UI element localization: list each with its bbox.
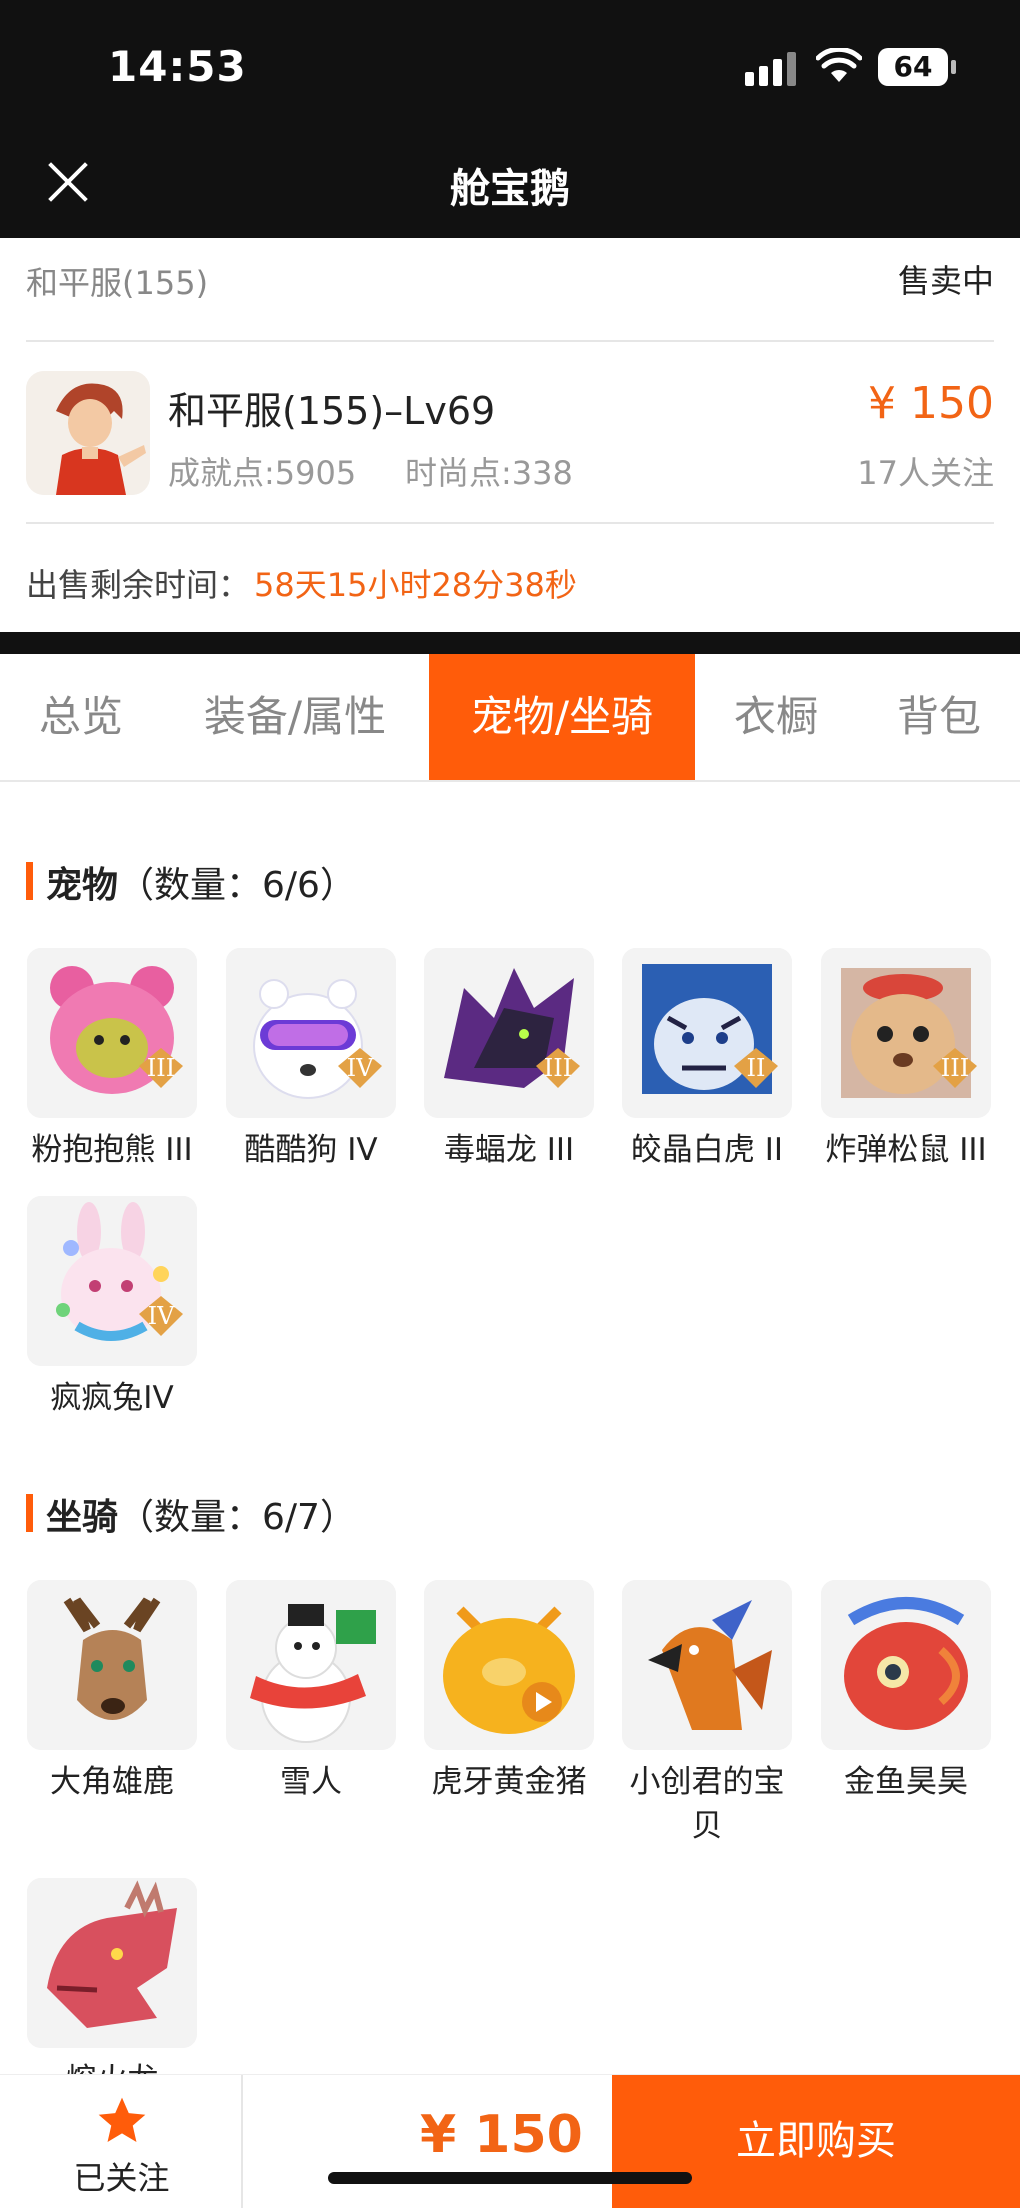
follower-count: 17人关注: [857, 454, 994, 492]
tab-backpack[interactable]: 背包: [870, 654, 1008, 780]
phoenix-bird-icon: [622, 1580, 792, 1750]
star-icon: [98, 2097, 146, 2142]
mount-name: 雪人: [280, 1764, 342, 1800]
crazy-rabbit-icon: IV: [27, 1196, 197, 1366]
nav-bar: 舱宝鹅: [0, 130, 1020, 238]
pet-item[interactable]: IV 疯疯兔IV: [22, 1196, 202, 1420]
follow-button[interactable]: 已关注: [0, 2075, 243, 2208]
svg-text:IV: IV: [347, 1054, 374, 1082]
pet-name: 疯疯兔IV: [50, 1380, 174, 1416]
avatar[interactable]: [26, 371, 150, 495]
cool-dog-icon: IV: [226, 948, 396, 1118]
pet-item[interactable]: III 炸弹松鼠 III: [816, 948, 996, 1172]
golden-pig-icon: [424, 1580, 594, 1750]
status-time: 14:53: [108, 42, 247, 91]
follow-label: 已关注: [73, 2159, 170, 2197]
svg-text:III: III: [941, 1054, 969, 1082]
pet-name: 皎晶白虎 II: [630, 1132, 784, 1168]
pet-item[interactable]: III 粉抱抱熊 III: [22, 948, 202, 1172]
page-title: 舱宝鹅: [450, 166, 570, 212]
divider: [26, 340, 994, 342]
mount-name: 大角雄鹿: [50, 1764, 174, 1800]
mount-name: 虎牙黄金猪: [431, 1764, 587, 1800]
goldfish-icon: [821, 1580, 991, 1750]
tab-wardrobe[interactable]: 衣橱: [700, 654, 852, 780]
fashion-points: 时尚点:338: [405, 454, 573, 492]
mount-name: 金鱼昊昊: [844, 1764, 968, 1800]
tab-equipment[interactable]: 装备/属性: [180, 654, 410, 780]
tab-overview[interactable]: 总览: [0, 654, 162, 780]
buy-now-button[interactable]: 立即购买: [612, 2075, 1020, 2208]
pet-item[interactable]: IV 酷酷狗 IV: [221, 948, 401, 1172]
pets-title: 宠物: [46, 865, 119, 906]
mount-item[interactable]: 大角雄鹿: [22, 1580, 202, 1804]
pet-name: 酷酷狗 IV: [244, 1132, 378, 1168]
white-tiger-icon: II: [622, 948, 792, 1118]
mounts-section-title: 坐骑（数量：6/7）: [26, 1488, 356, 1540]
pet-name: 毒蝠龙 III: [443, 1132, 575, 1168]
achievement-points: 成就点:5905: [168, 454, 357, 492]
pink-bear-icon: III: [27, 948, 197, 1118]
bottom-price: ¥ 150: [420, 2105, 583, 2165]
lava-dragon-icon: [27, 1878, 197, 2048]
wifi-icon: [816, 48, 862, 82]
mount-item[interactable]: 熔火龙: [22, 1878, 202, 2102]
pets-count: （数量：6/6）: [118, 865, 356, 906]
mounts-title: 坐骑: [46, 1497, 119, 1538]
role-name: 和平服(155)–Lv69: [168, 389, 496, 433]
pets-section-title: 宠物（数量：6/6）: [26, 856, 356, 908]
remaining-time-value: 58天15小时28分38秒: [254, 566, 577, 604]
remaining-time-label: 出售剩余时间：: [26, 566, 251, 604]
sale-status: 售卖中: [897, 262, 994, 300]
pet-item[interactable]: III 毒蝠龙 III: [419, 948, 599, 1172]
mount-item[interactable]: 雪人: [221, 1580, 401, 1804]
mount-item[interactable]: 金鱼昊昊: [816, 1580, 996, 1804]
bomb-squirrel-icon: III: [821, 948, 991, 1118]
snowman-icon: [226, 1580, 396, 1750]
server-label: 和平服(155): [26, 264, 209, 302]
mount-item[interactable]: 虎牙黄金猪: [419, 1580, 599, 1804]
listing-price: ¥ 150: [868, 378, 994, 429]
svg-text:III: III: [544, 1054, 572, 1082]
poison-bat-dragon-icon: III: [424, 948, 594, 1118]
antler-deer-icon: [27, 1580, 197, 1750]
mount-item[interactable]: 小创君的宝贝: [617, 1580, 797, 1848]
svg-text:III: III: [147, 1054, 175, 1082]
battery-icon: 64: [878, 48, 956, 86]
svg-text:II: II: [747, 1054, 766, 1082]
divider: [26, 522, 994, 524]
svg-text:IV: IV: [148, 1302, 175, 1330]
pet-name: 炸弹松鼠 III: [825, 1132, 987, 1168]
cellular-signal-icon: [745, 52, 797, 86]
pet-name: 粉抱抱熊 III: [31, 1132, 193, 1168]
mounts-count: （数量：6/7）: [118, 1497, 356, 1538]
tab-pets-mounts[interactable]: 宠物/坐骑: [429, 654, 695, 780]
home-indicator: [328, 2172, 692, 2184]
mount-name: 小创君的宝贝: [629, 1764, 785, 1844]
tab-bar: 总览 装备/属性 宠物/坐骑 衣橱 背包: [0, 654, 1020, 782]
status-bar: 14:53 64: [0, 0, 1020, 130]
pet-item[interactable]: II 皎晶白虎 II: [617, 948, 797, 1172]
bottom-action-bar: 已关注 ¥ 150 立即购买: [0, 2074, 1020, 2208]
section-separator: [0, 632, 1020, 654]
